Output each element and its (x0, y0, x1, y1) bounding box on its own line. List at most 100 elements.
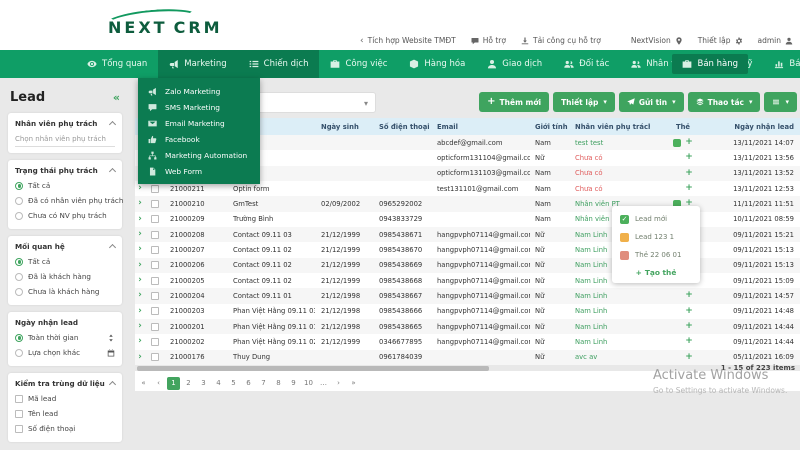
status-radio-option[interactable]: Đã có nhân viên phụ trách (15, 193, 115, 208)
page-button[interactable]: 2 (182, 377, 195, 390)
cell-name[interactable]: Phan Việt Hằng 09.11 03 (223, 304, 315, 319)
header-gender[interactable]: Giới tính (530, 118, 568, 135)
row-checkbox[interactable] (151, 353, 159, 361)
cell-name[interactable]: Contact 09.11 02 (223, 242, 315, 257)
page-button[interactable]: 3 (197, 377, 210, 390)
row-expand-icon[interactable]: › (138, 245, 142, 254)
settings-link[interactable]: Thiết lập (698, 36, 743, 45)
page-button[interactable]: … (317, 377, 330, 390)
dup-checkbox-option[interactable]: Mã lead (15, 391, 115, 406)
dup-checkbox-option[interactable]: Số điện thoại (15, 421, 115, 436)
row-checkbox[interactable] (151, 292, 159, 300)
marketing-menu-item[interactable]: Zalo Marketing (138, 83, 260, 99)
row-expand-icon[interactable]: › (138, 353, 142, 362)
table-row[interactable]: › 21000202 Phan Việt Hằng 09.11 02 21/12… (135, 334, 800, 349)
row-checkbox[interactable] (151, 338, 159, 346)
nav-item[interactable]: Công việc (319, 50, 398, 78)
nav-item[interactable]: Hàng hóa (398, 50, 476, 78)
relation-radio-option[interactable]: Tất cả (15, 254, 115, 269)
download-tool-link[interactable]: Tải công cụ hỗ trợ (521, 36, 601, 45)
marketing-menu-item[interactable]: Facebook (138, 131, 260, 147)
org-selector[interactable]: NextVision (631, 36, 683, 45)
row-expand-icon[interactable]: › (138, 230, 142, 239)
header-assignee[interactable]: Nhân viên phụ trách (568, 118, 650, 135)
checkbox-icon[interactable] (15, 395, 23, 403)
tag-color-swatch[interactable]: ✓ (620, 233, 629, 242)
tag-color-swatch[interactable]: ✓ (620, 215, 629, 224)
add-tag-button[interactable]: + (685, 169, 693, 178)
add-tag-button[interactable]: + (685, 153, 693, 162)
tag-option[interactable]: ✓ Lead mới (612, 210, 700, 228)
radio-icon[interactable] (15, 197, 23, 205)
header-dob[interactable]: Ngày sinh (315, 118, 373, 135)
row-expand-icon[interactable]: › (138, 215, 142, 224)
cell-name[interactable]: Trường Bình (223, 212, 315, 227)
page-button[interactable]: ‹ (152, 377, 165, 390)
page-button[interactable]: › (332, 377, 345, 390)
collapse-panel-icon[interactable] (109, 381, 116, 388)
nav-item[interactable]: Marketing (158, 50, 237, 78)
checkbox-icon[interactable] (15, 425, 23, 433)
tag-option[interactable]: ✓ Lead 123 1 (612, 228, 700, 246)
marketing-menu-item[interactable]: Email Marketing (138, 115, 260, 131)
tag-option[interactable]: ✓ Thẻ 22 06 01 (612, 246, 700, 264)
cell-name[interactable]: Contact 09.11 01 (223, 288, 315, 303)
radio-icon[interactable] (15, 182, 23, 190)
row-checkbox[interactable] (151, 323, 159, 331)
row-expand-icon[interactable]: › (138, 337, 142, 346)
row-expand-icon[interactable]: › (138, 307, 142, 316)
add-tag-button[interactable]: + (685, 353, 693, 362)
radio-icon[interactable] (15, 288, 23, 296)
nav-item[interactable]: Đối tác (553, 50, 620, 78)
status-radio-option[interactable]: Chưa có NV phụ trách (15, 208, 115, 223)
option-trailing-icon[interactable] (107, 349, 115, 357)
collapse-panel-icon[interactable] (109, 121, 116, 128)
table-row[interactable]: › 21000204 Contact 09.11 01 21/12/1998 0… (135, 288, 800, 303)
support-link[interactable]: Hỗ trợ (471, 36, 506, 45)
marketing-menu-item[interactable]: SMS Marketing (138, 99, 260, 115)
cell-name[interactable]: GmTest (223, 196, 315, 211)
row-expand-icon[interactable]: › (138, 184, 142, 193)
row-checkbox[interactable] (151, 200, 159, 208)
row-checkbox[interactable] (151, 277, 159, 285)
add-tag-button[interactable]: + (685, 138, 693, 147)
page-button[interactable]: 4 (212, 377, 225, 390)
page-button[interactable]: 8 (272, 377, 285, 390)
table-row[interactable]: › 21000206 Contact 09.11 02 21/12/1999 0… (135, 258, 800, 273)
row-checkbox[interactable] (151, 246, 159, 254)
tag-color-swatch[interactable]: ✓ (620, 251, 629, 260)
dup-checkbox-option[interactable]: Tên lead (15, 406, 115, 421)
cell-name[interactable]: Contact 09.11 02 (223, 258, 315, 273)
row-checkbox[interactable] (151, 215, 159, 223)
collapse-panel-icon[interactable] (109, 168, 116, 175)
page-button[interactable]: 10 (302, 377, 315, 390)
cell-name[interactable]: Phan Việt Hằng 09.11 01 (223, 319, 315, 334)
row-expand-icon[interactable]: › (138, 322, 142, 331)
assignee-search-input[interactable] (15, 131, 115, 147)
radio-icon[interactable] (15, 212, 23, 220)
table-row[interactable]: › 21000176 Thuy Dung 0961784039 Nữ avc a… (135, 350, 800, 365)
status-radio-option[interactable]: Tất cả (15, 178, 115, 193)
add-tag-button[interactable]: + (685, 307, 693, 316)
cell-name[interactable]: Contact 09.11 03 (223, 227, 315, 242)
nav-item[interactable]: Chiến dịch (238, 50, 320, 78)
row-checkbox[interactable] (151, 261, 159, 269)
cell-name[interactable]: Thuy Dung (223, 350, 315, 365)
nav-item[interactable]: Tổng quan (76, 50, 158, 78)
table-row[interactable]: › 21000210 GmTest 02/09/2002 0965292002 … (135, 196, 800, 211)
row-checkbox[interactable] (151, 307, 159, 315)
send-message-button[interactable]: Gửi tin ▾ (619, 92, 684, 112)
setup-button[interactable]: Thiết lập ▾ (553, 92, 615, 112)
header-phone[interactable]: Số điện thoại (373, 118, 433, 135)
row-expand-icon[interactable]: › (138, 276, 142, 285)
page-button[interactable]: 9 (287, 377, 300, 390)
radio-icon[interactable] (15, 258, 23, 266)
relation-radio-option[interactable]: Đã là khách hàng (15, 269, 115, 284)
header-tag[interactable]: Thẻ (650, 118, 716, 135)
actions-button[interactable]: Thao tác ▾ (688, 92, 761, 112)
page-button[interactable]: 7 (257, 377, 270, 390)
create-tag-button[interactable]: + Tạo thẻ (612, 264, 700, 280)
table-row[interactable]: › 21000207 Contact 09.11 02 21/12/1999 0… (135, 242, 800, 257)
date-radio-option[interactable]: Lựa chọn khác (15, 345, 115, 360)
table-row[interactable]: › 21000208 Contact 09.11 03 21/12/1999 0… (135, 227, 800, 242)
